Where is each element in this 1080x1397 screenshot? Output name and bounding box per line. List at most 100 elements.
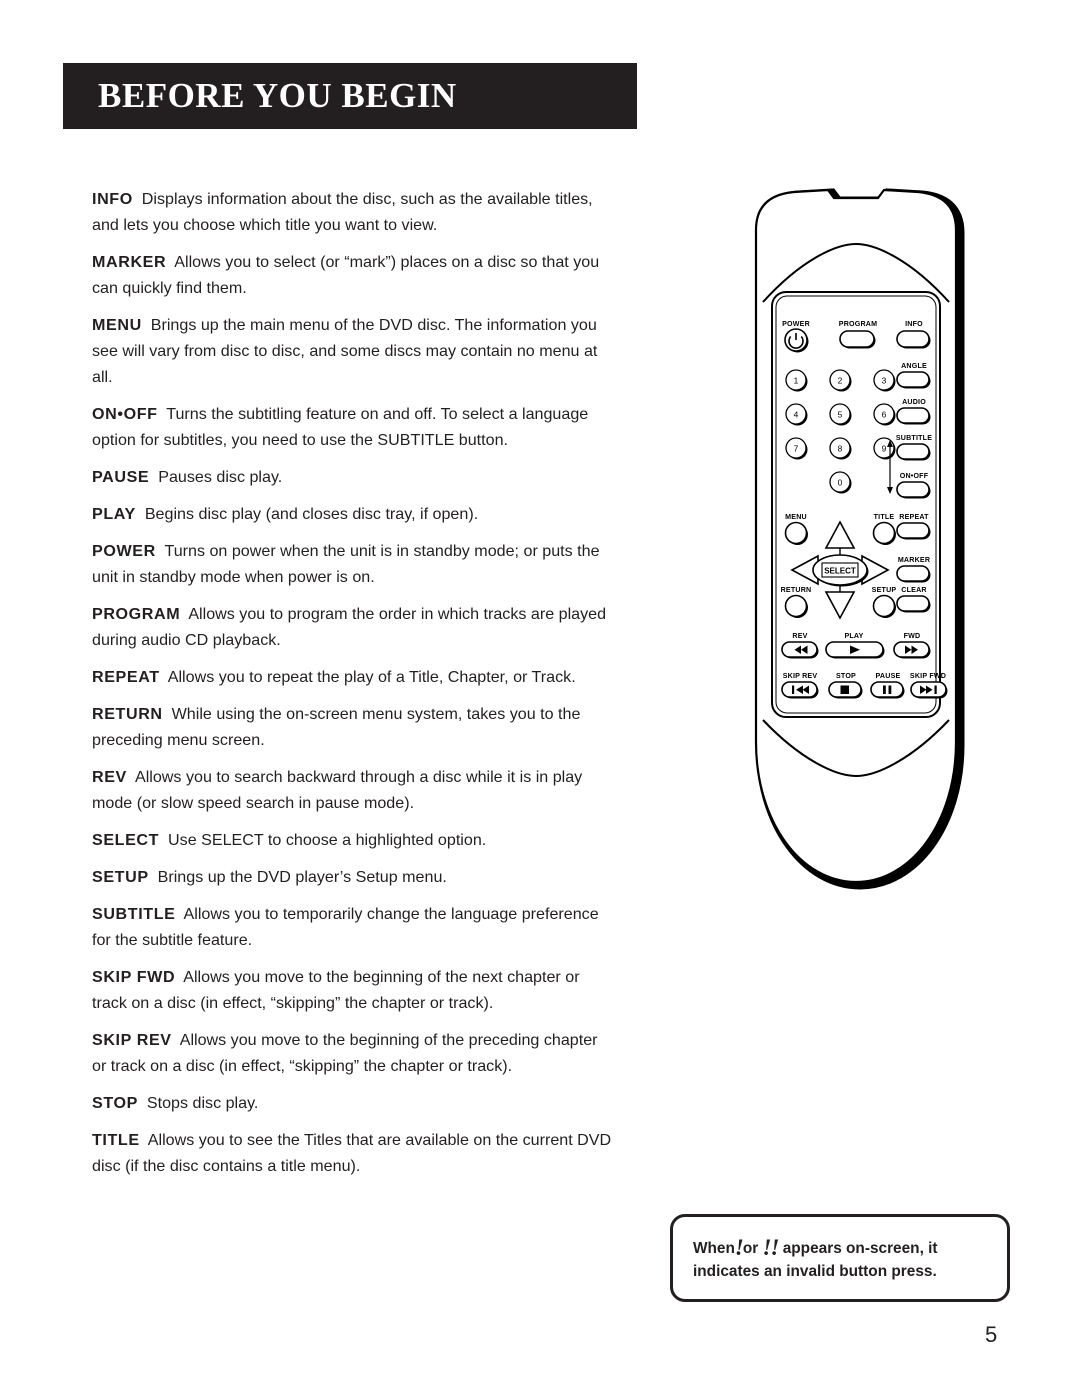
glossary-term: SELECT <box>92 831 160 849</box>
glossary-description: Brings up the DVD player’s Setup menu. <box>157 868 447 886</box>
page-number: 5 <box>985 1322 998 1347</box>
note-before-text: When <box>693 1240 735 1257</box>
glossary-term: MARKER <box>92 253 167 271</box>
play-button-label: PLAY <box>844 632 863 640</box>
program-button-label: PROGRAM <box>839 320 877 328</box>
keypad-label-7: 7 <box>794 444 799 454</box>
glossary-description: Turns on power when the unit is in stand… <box>92 542 600 586</box>
audio-button[interactable] <box>896 407 930 424</box>
repeat-button[interactable] <box>896 522 930 539</box>
stop-icon <box>840 685 849 694</box>
keypad-label-0: 0 <box>838 478 843 488</box>
title-button[interactable] <box>872 521 896 545</box>
page-title: BEFORE YOU BEGIN <box>98 76 457 115</box>
marker-button-label: MARKER <box>898 556 930 564</box>
glossary-entry: POWER Turns on power when the unit is in… <box>92 538 612 590</box>
menu-button[interactable] <box>784 521 808 545</box>
clear-button[interactable] <box>896 595 930 612</box>
rev-button-label: REV <box>792 632 807 640</box>
glossary-term: PROGRAM <box>92 605 181 623</box>
glossary-description: Begins disc play (and closes disc tray, … <box>144 505 479 523</box>
glossary-description: Allows you to see the Titles that are av… <box>92 1131 612 1175</box>
invalid-button-note-box: When!or !! appears on-screen, it indicat… <box>670 1214 1010 1302</box>
glossary-term: MENU <box>92 316 142 334</box>
onoff-button-label: ON•OFF <box>900 472 929 480</box>
pause-button[interactable] <box>870 681 904 698</box>
glossary-entry: STOP Stops disc play. <box>92 1090 612 1116</box>
subtitle-button-label: SUBTITLE <box>896 434 932 442</box>
glossary-entry: MARKER Allows you to select (or “mark”) … <box>92 249 612 301</box>
glossary-entry: SKIP REV Allows you move to the beginnin… <box>92 1027 612 1079</box>
glossary-term: PAUSE <box>92 468 150 486</box>
setup-button[interactable] <box>872 594 896 618</box>
glossary-entry: PAUSE Pauses disc play. <box>92 464 612 490</box>
glossary-term: PLAY <box>92 505 136 523</box>
return-button-label: RETURN <box>781 586 812 594</box>
glossary-entry: PLAY Begins disc play (and closes disc t… <box>92 501 612 527</box>
glossary-term: POWER <box>92 542 156 560</box>
skip-fwd-button-label: SKIP FWD <box>910 672 946 680</box>
select-button-label: SELECT <box>824 567 856 576</box>
remote-control-illustration: POWER PROGRAM INFO 1 2 3 4 5 6 7 8 9 0 A… <box>706 182 1006 892</box>
note-middle-text: or <box>742 1240 759 1257</box>
info-button[interactable] <box>896 330 930 348</box>
return-button[interactable] <box>784 594 808 618</box>
stop-button-label: STOP <box>836 672 856 680</box>
glossary-description: Stops disc play. <box>146 1094 259 1112</box>
button-glossary-list: INFO Displays information about the disc… <box>92 186 612 1190</box>
keypad-label-3: 3 <box>882 376 887 386</box>
info-button-label: INFO <box>905 320 923 328</box>
invalid-button-note-text: When!or !! appears on-screen, it indicat… <box>693 1235 938 1280</box>
glossary-description: Allows you to select (or “mark”) places … <box>92 253 600 297</box>
menu-button-label: MENU <box>785 513 807 521</box>
glossary-description: Brings up the main menu of the DVD disc.… <box>92 316 598 386</box>
program-button[interactable] <box>839 330 875 348</box>
skip-rev-button-label: SKIP REV <box>783 672 818 680</box>
glossary-entry: RETURN While using the on-screen menu sy… <box>92 701 612 753</box>
glossary-term: SETUP <box>92 868 149 886</box>
glossary-term: INFO <box>92 190 133 208</box>
marker-button[interactable] <box>896 565 930 582</box>
power-button-label: POWER <box>782 320 810 328</box>
glossary-entry: MENU Brings up the main menu of the DVD … <box>92 312 612 390</box>
glossary-term: RETURN <box>92 705 163 723</box>
angle-button[interactable] <box>896 371 930 388</box>
glossary-entry: SELECT Use SELECT to choose a highlighte… <box>92 827 612 853</box>
glossary-entry: INFO Displays information about the disc… <box>92 186 612 238</box>
glossary-entry: SKIP FWD Allows you move to the beginnin… <box>92 964 612 1016</box>
fwd-button-label: FWD <box>904 632 921 640</box>
glossary-description: Allows you to search backward through a … <box>92 768 583 812</box>
glossary-term: TITLE <box>92 1131 140 1149</box>
repeat-button-label: REPEAT <box>899 513 929 521</box>
keypad-label-2: 2 <box>838 376 843 386</box>
keypad-label-1: 1 <box>794 376 799 386</box>
glossary-entry: TITLE Allows you to see the Titles that … <box>92 1127 612 1179</box>
setup-button-label: SETUP <box>872 586 897 594</box>
glossary-term: ON•OFF <box>92 405 158 423</box>
glossary-description: While using the on-screen menu system, t… <box>92 705 581 749</box>
title-button-label: TITLE <box>874 513 895 521</box>
glossary-term: STOP <box>92 1094 138 1112</box>
glossary-entry: PROGRAM Allows you to program the order … <box>92 601 612 653</box>
glossary-description: Use SELECT to choose a highlighted optio… <box>168 831 487 849</box>
glossary-term: REV <box>92 768 127 786</box>
keypad-label-9: 9 <box>882 444 887 454</box>
glossary-description: Turns the subtitling feature on and off.… <box>92 405 589 449</box>
keypad-label-6: 6 <box>882 410 887 420</box>
glossary-description: Allows you to repeat the play of a Title… <box>167 668 576 686</box>
keypad-label-8: 8 <box>838 444 843 454</box>
glossary-term: REPEAT <box>92 668 160 686</box>
glossary-entry: REV Allows you to search backward throug… <box>92 764 612 816</box>
page-header-banner: BEFORE YOU BEGIN <box>63 63 637 129</box>
glossary-term: SKIP FWD <box>92 968 176 986</box>
glossary-term: SKIP REV <box>92 1031 172 1049</box>
subtitle-button[interactable] <box>896 443 930 460</box>
onoff-button[interactable] <box>896 481 930 498</box>
glossary-entry: ON•OFF Turns the subtitling feature on a… <box>92 401 612 453</box>
glossary-term: SUBTITLE <box>92 905 176 923</box>
keypad-label-5: 5 <box>838 410 843 420</box>
pause-button-label: PAUSE <box>876 672 901 680</box>
glossary-description: Displays information about the disc, suc… <box>92 190 593 234</box>
angle-button-label: ANGLE <box>901 362 927 370</box>
glossary-description: Pauses disc play. <box>158 468 283 486</box>
